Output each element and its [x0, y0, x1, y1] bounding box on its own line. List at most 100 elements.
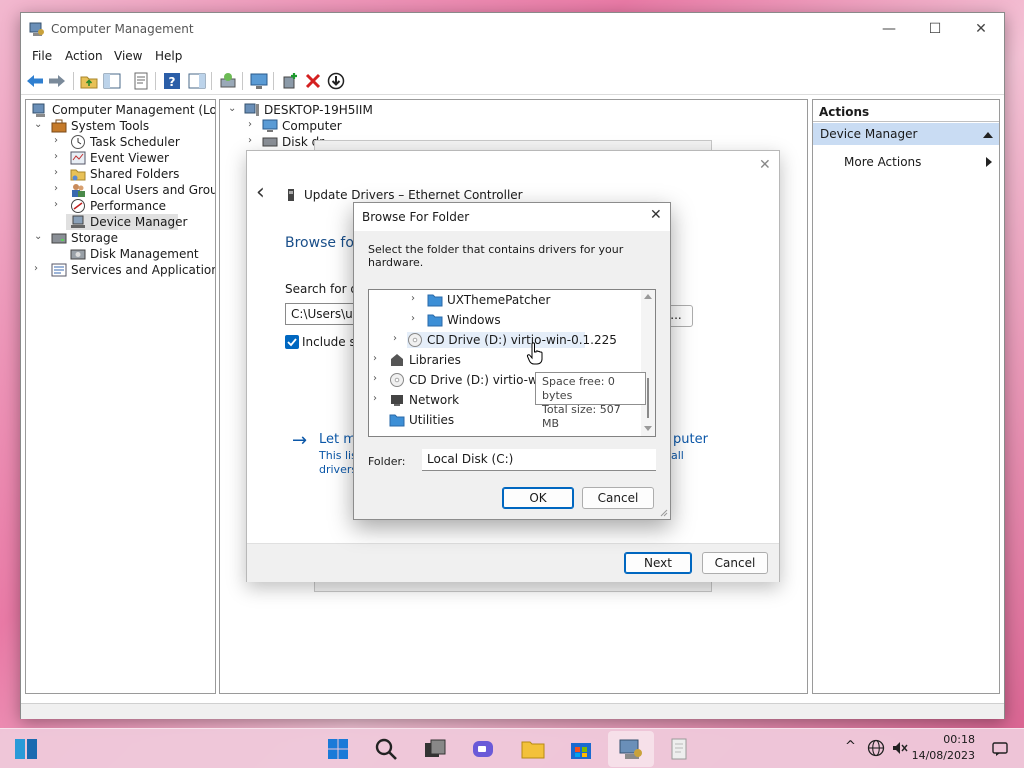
- menu-action[interactable]: Action: [65, 49, 103, 63]
- update-driver-icon[interactable]: [218, 71, 238, 91]
- minimize-button[interactable]: —: [866, 13, 912, 45]
- collapse-up-icon[interactable]: [983, 131, 993, 138]
- chevron-right-icon[interactable]: ›: [54, 135, 58, 146]
- add-driver-icon[interactable]: [280, 71, 300, 91]
- let-me-pick-link-tail[interactable]: puter: [673, 432, 708, 447]
- help-icon[interactable]: ?: [162, 71, 182, 91]
- clock-icon: [71, 135, 85, 149]
- scrollbar-thumb[interactable]: [647, 378, 649, 418]
- chevron-right-icon[interactable]: ›: [54, 151, 58, 162]
- chevron-right-icon[interactable]: ›: [248, 119, 252, 130]
- folder-item[interactable]: › Windows: [369, 312, 641, 328]
- search-icon[interactable]: [372, 735, 400, 763]
- chevron-right-icon[interactable]: ›: [54, 199, 58, 210]
- chevron-right-icon[interactable]: ›: [54, 167, 58, 178]
- browse-close-button[interactable]: ✕: [650, 207, 662, 223]
- back-arrow-icon[interactable]: [25, 71, 45, 91]
- folder-input[interactable]: Local Disk (C:): [422, 449, 656, 471]
- show-hide-tree-icon[interactable]: [102, 71, 122, 91]
- actions-section-device-manager[interactable]: Device Manager: [813, 123, 999, 145]
- maximize-button[interactable]: ☐: [912, 13, 958, 45]
- device-host[interactable]: ⌄ DESKTOP-19H5IIM: [226, 102, 426, 118]
- chevron-right-icon[interactable]: ›: [34, 263, 38, 274]
- scroll-up-icon[interactable]: [644, 293, 652, 299]
- computer-management-taskbar-icon[interactable]: [617, 735, 645, 763]
- tree-item-local-users[interactable]: › Local Users and Groups: [30, 182, 215, 198]
- file-explorer-icon[interactable]: [519, 735, 547, 763]
- menu-view[interactable]: View: [114, 49, 142, 63]
- notepad-icon[interactable]: [665, 735, 693, 763]
- store-icon[interactable]: [567, 735, 595, 763]
- folder-item[interactable]: › Libraries: [369, 352, 641, 368]
- windows-start-icon[interactable]: [324, 735, 352, 763]
- properties-icon[interactable]: [131, 71, 151, 91]
- chevron-down-icon[interactable]: ⌄: [34, 231, 42, 242]
- show-action-pane-icon[interactable]: [187, 71, 207, 91]
- widgets-icon[interactable]: [12, 735, 40, 763]
- menu-help[interactable]: Help: [155, 49, 182, 63]
- wizard-close-button[interactable]: ✕: [759, 157, 771, 173]
- wizard-cancel-button[interactable]: Cancel: [702, 552, 768, 574]
- chevron-right-icon[interactable]: ›: [411, 293, 415, 304]
- chevron-right-icon[interactable]: ›: [373, 353, 377, 364]
- ok-button[interactable]: OK: [502, 487, 574, 509]
- tray-time[interactable]: 00:18: [905, 733, 975, 746]
- teams-chat-icon[interactable]: [469, 735, 497, 763]
- toolbar-separator: [155, 72, 156, 90]
- menu-bar: File Action View Help: [21, 45, 1004, 67]
- let-me-pick-link[interactable]: Let m: [319, 432, 356, 447]
- tree-item-disk-management[interactable]: Disk Management: [30, 246, 215, 262]
- let-me-pick-description-tail: all: [671, 449, 684, 462]
- tree-item-services[interactable]: › Services and Applications: [30, 262, 215, 278]
- tree-item-label: Performance: [90, 199, 167, 213]
- tree-item-shared-folders[interactable]: › Shared Folders: [30, 166, 215, 182]
- folder-item-label: Libraries: [409, 353, 461, 367]
- chevron-right-icon[interactable]: ›: [373, 373, 377, 384]
- resize-grip-icon[interactable]: [658, 507, 668, 517]
- tree-item-label: Device Manager: [90, 215, 188, 229]
- svg-text:?: ?: [169, 75, 176, 89]
- browse-cancel-button[interactable]: Cancel: [582, 487, 654, 509]
- forward-arrow-icon[interactable]: [47, 71, 67, 91]
- tray-chevron-up-icon[interactable]: ^: [845, 739, 856, 754]
- download-arrow-icon[interactable]: [326, 71, 346, 91]
- browse-title: Browse For Folder: [362, 210, 470, 224]
- tree-item-root[interactable]: Computer Management (Local): [30, 102, 215, 118]
- tree-item-performance[interactable]: › Performance: [30, 198, 215, 214]
- scroll-down-icon[interactable]: [644, 426, 652, 432]
- up-folder-icon[interactable]: [79, 71, 99, 91]
- chevron-right-icon[interactable]: ›: [248, 135, 252, 146]
- tree-item-storage[interactable]: ⌄ Storage: [30, 230, 215, 246]
- folder-item-cd-drive-hover[interactable]: › CD Drive (D:) virtio-win-0.1.225: [393, 332, 617, 348]
- storage-icon: [51, 233, 67, 244]
- chevron-right-icon[interactable]: ›: [411, 313, 415, 324]
- device-computer[interactable]: › Computer: [226, 118, 426, 134]
- task-view-icon[interactable]: [421, 735, 449, 763]
- include-subfolders-checkbox[interactable]: [285, 335, 299, 349]
- folder-item[interactable]: › UXThemePatcher: [369, 292, 641, 308]
- menu-file[interactable]: File: [32, 49, 52, 63]
- wizard-back-button[interactable]: ‹: [256, 182, 265, 204]
- next-button[interactable]: Next: [624, 552, 692, 574]
- close-button[interactable]: ✕: [958, 13, 1004, 45]
- tree-item-device-manager[interactable]: Device Manager: [66, 214, 187, 230]
- actions-pane: Actions Device Manager More Actions: [812, 99, 1000, 694]
- notifications-icon[interactable]: [991, 740, 1009, 758]
- chevron-right-icon[interactable]: ›: [54, 183, 58, 194]
- tree-item-task-scheduler[interactable]: › Task Scheduler: [30, 134, 215, 150]
- device-manager-icon: [71, 215, 85, 228]
- scan-hardware-icon[interactable]: [249, 71, 269, 91]
- chevron-right-icon[interactable]: ›: [393, 333, 397, 344]
- more-actions-item[interactable]: More Actions: [844, 154, 994, 170]
- chevron-down-icon[interactable]: ⌄: [228, 103, 236, 114]
- chevron-down-icon[interactable]: ⌄: [34, 119, 42, 130]
- tray-date[interactable]: 14/08/2023: [905, 749, 975, 762]
- uninstall-x-icon[interactable]: [303, 71, 323, 91]
- tree-item-event-viewer[interactable]: › Event Viewer: [30, 150, 215, 166]
- chevron-right-icon[interactable]: ›: [373, 393, 377, 404]
- globe-icon[interactable]: [867, 739, 885, 757]
- window-title: Computer Management: [51, 22, 194, 36]
- tree-item-system-tools[interactable]: ⌄ System Tools: [30, 118, 215, 134]
- folder-tree-scrollbar[interactable]: [641, 290, 655, 436]
- browse-title-bar: Browse For Folder ✕: [354, 203, 670, 231]
